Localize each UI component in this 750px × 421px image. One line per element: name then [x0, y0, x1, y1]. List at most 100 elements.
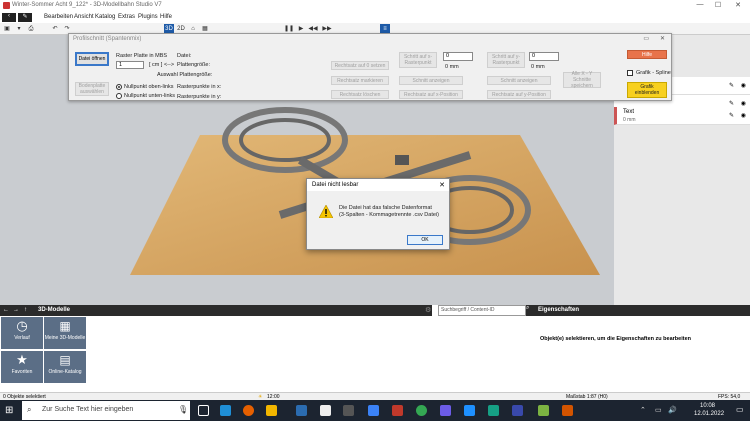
- step-y-button[interactable]: Schritt auf y-Rasterpunkt: [487, 52, 525, 68]
- app-blue-icon[interactable]: [464, 405, 475, 416]
- menu-ansicht[interactable]: Ansicht: [74, 14, 94, 20]
- modellbahn-icon[interactable]: [538, 405, 549, 416]
- y-step-input[interactable]: 0: [529, 52, 559, 61]
- ruler-mark-button[interactable]: Rechtsatz markieren: [331, 76, 389, 85]
- tray-chevron-icon[interactable]: ⌃: [640, 406, 646, 414]
- model-search-placeholder: Suchbegriff / Content-ID: [441, 307, 495, 313]
- pin-icon[interactable]: ✎: [729, 100, 734, 107]
- minimize-icon[interactable]: —: [692, 1, 708, 11]
- chrome-icon[interactable]: [416, 405, 427, 416]
- close-icon[interactable]: ✕: [730, 1, 746, 11]
- app-indigo-icon[interactable]: [512, 405, 523, 416]
- text-object-value: 0 mm: [623, 117, 636, 123]
- help-button[interactable]: Hilfe: [627, 50, 667, 59]
- app-teal-icon[interactable]: [488, 405, 499, 416]
- menu-extras[interactable]: Extras: [118, 14, 135, 20]
- tile-history[interactable]: ◷ Verlauf: [1, 317, 43, 349]
- text-object-row[interactable]: Text 0 mm ✎ ◉: [614, 107, 750, 125]
- undo-icon[interactable]: ↶: [50, 24, 60, 34]
- tile-favorites-label: Favoriten: [11, 369, 33, 375]
- tile-favorites[interactable]: ★ Favoriten: [1, 351, 43, 383]
- raster-input[interactable]: 1: [116, 61, 144, 69]
- ruler-delete-button[interactable]: Rechtsatz löschen: [331, 90, 389, 99]
- x-step-unit: 0 mm: [445, 64, 459, 70]
- search-icon[interactable]: ⌕: [526, 305, 534, 316]
- maximize-icon[interactable]: ☐: [710, 1, 726, 11]
- error-line-1: Die Datei hat das falsche Datenformat: [339, 205, 432, 211]
- raster-label: Raster Platte in MBS: [116, 53, 168, 59]
- store-icon[interactable]: [320, 405, 331, 416]
- settings-icon[interactable]: ⚙: [425, 306, 431, 314]
- app-red-icon[interactable]: [392, 405, 403, 416]
- show-section-x-button[interactable]: Schnitt anzeigen: [399, 76, 463, 85]
- firefox-icon[interactable]: [243, 405, 254, 416]
- edge-icon[interactable]: [220, 405, 231, 416]
- show-section-y-button[interactable]: Schnitt anzeigen: [487, 76, 551, 85]
- show-graphic-button[interactable]: Grafik einblenden: [627, 82, 667, 98]
- raster-y-label: Rasterpunkte in y:: [177, 94, 222, 100]
- ruler-set-zero-button[interactable]: Rechtsatz auf 0 setzen: [331, 61, 389, 70]
- select-plate-button[interactable]: Bodenplatte auswählen: [75, 82, 109, 96]
- spline-label: Grafik - Spline: [636, 70, 671, 76]
- back-icon[interactable]: ‹: [2, 13, 16, 22]
- microphone-icon: 🎙: [178, 405, 189, 414]
- warning-icon: [319, 205, 333, 218]
- app-a-icon[interactable]: [296, 405, 307, 416]
- ok-button[interactable]: OK: [407, 235, 443, 245]
- volume-icon[interactable]: 🔊: [668, 406, 677, 414]
- menu-katalog[interactable]: Katalog: [95, 14, 115, 20]
- save-icon[interactable]: ▣: [2, 24, 12, 34]
- pin-icon[interactable]: ✎: [729, 82, 734, 89]
- dropdown-icon[interactable]: ▾: [14, 24, 24, 34]
- task-view-icon[interactable]: [198, 405, 209, 416]
- clock-date[interactable]: 12.01.2022: [694, 411, 724, 417]
- nav-up-icon[interactable]: ↑: [24, 307, 27, 313]
- save-all-sections-button[interactable]: Alle X - Y Schnitte speichern: [563, 71, 601, 89]
- ruler-x-position-button[interactable]: Rechtsatz auf x-Position: [399, 90, 463, 99]
- tile-online-catalog[interactable]: ▤ Online-Katalog: [44, 351, 86, 383]
- print-icon[interactable]: ⎙: [26, 24, 36, 34]
- tile-my-models[interactable]: ▦ Meine 3D-Modelle: [44, 317, 86, 349]
- error-dialog-header: Datei nicht lesbar ✕: [307, 179, 449, 191]
- notification-icon[interactable]: ▭: [736, 405, 744, 414]
- menu-plugins[interactable]: Plugins: [138, 14, 158, 20]
- nav-forward-icon[interactable]: →: [13, 307, 19, 313]
- mail-icon[interactable]: [368, 405, 379, 416]
- x-step-input[interactable]: 0: [443, 52, 473, 61]
- file-label: Datei:: [177, 53, 192, 59]
- network-icon[interactable]: ▭: [655, 406, 662, 414]
- dialog-close-icon[interactable]: ✕: [660, 35, 665, 42]
- eye-icon[interactable]: ◉: [741, 112, 746, 119]
- model-search-input[interactable]: Suchbegriff / Content-ID: [438, 305, 526, 316]
- ruler-y-position-button[interactable]: Rechtsatz auf y-Position: [487, 90, 551, 99]
- raster-x-label: Rasterpunkte in x:: [177, 84, 222, 90]
- eye-icon[interactable]: ◉: [741, 100, 746, 107]
- menu-hilfe[interactable]: Hilfe: [160, 14, 172, 20]
- catalog-icon: ▤: [59, 353, 71, 367]
- nav-back-icon[interactable]: ←: [3, 307, 9, 313]
- edit-mode-icon[interactable]: ✎: [18, 13, 32, 22]
- radio-bottom-left-label: Nullpunkt unten-links: [124, 93, 176, 99]
- window-title: Winter-Sommer Acht 9_122* - 3D-Modellbah…: [12, 2, 162, 8]
- radio-bottom-left[interactable]: [116, 93, 122, 99]
- file-explorer-icon[interactable]: [266, 405, 277, 416]
- status-bar: 0 Objekte selektiert ☀ 12:00 Maßstab 1:8…: [0, 392, 750, 400]
- tile-history-label: Verlauf: [14, 335, 30, 341]
- pin-icon[interactable]: ✎: [729, 112, 734, 119]
- step-x-button[interactable]: Schritt auf x-Rasterpunkt: [399, 52, 437, 68]
- app-purple-icon[interactable]: [440, 405, 451, 416]
- profile-dialog-title: Profilschnitt (Spantenmix): [73, 36, 142, 42]
- windows-start-icon[interactable]: ⊞: [5, 405, 13, 416]
- eye-icon[interactable]: ◉: [741, 82, 746, 89]
- taskbar-search-box[interactable]: ⌕ Zur Suche Text hier eingeben 🎙: [22, 401, 190, 420]
- menu-bearbeiten[interactable]: Bearbeiten: [44, 14, 73, 20]
- open-file-button[interactable]: Datei öffnen: [75, 52, 109, 66]
- dialog-minimize-icon[interactable]: ▭: [643, 35, 649, 42]
- radio-top-left[interactable]: [116, 84, 122, 90]
- error-dialog-close-icon[interactable]: ✕: [439, 181, 445, 189]
- app-icon[interactable]: [343, 405, 354, 416]
- menu-bar: ‹ ✎ Bearbeiten Ansicht Katalog Extras Pl…: [0, 12, 750, 23]
- clock-time[interactable]: 10:08: [700, 403, 715, 409]
- spline-checkbox[interactable]: [627, 70, 633, 76]
- app-orange-icon[interactable]: [562, 405, 573, 416]
